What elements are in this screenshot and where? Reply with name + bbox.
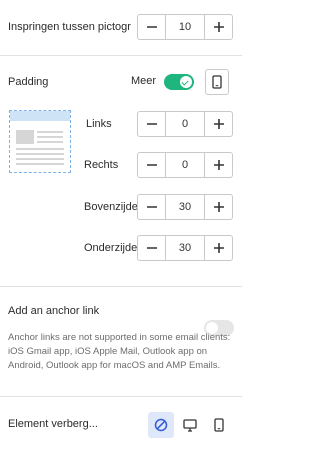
padding-more-toggle[interactable]: [164, 74, 194, 90]
mobile-icon: [214, 418, 224, 432]
indent-stepper[interactable]: 10: [137, 14, 233, 40]
anchor-link-label: Add an anchor link: [8, 305, 100, 317]
padding-left-label: Links: [86, 118, 112, 130]
padding-top-label: Bovenzijde: [84, 201, 138, 213]
mobile-icon: [212, 75, 222, 89]
indent-increase-button[interactable]: [204, 15, 232, 39]
padding-bottom-increase-button[interactable]: [204, 236, 232, 260]
mobile-view-button[interactable]: [205, 69, 229, 95]
plus-icon: [213, 160, 224, 170]
padding-left-increase-button[interactable]: [204, 112, 232, 136]
minus-icon: [146, 206, 157, 208]
padding-left-stepper[interactable]: 0: [137, 111, 233, 137]
padding-more-label: Meer: [131, 75, 157, 87]
padding-bottom-decrease-button[interactable]: [138, 236, 166, 260]
padding-left-value[interactable]: 0: [166, 112, 204, 136]
plus-icon: [213, 202, 224, 212]
padding-top-decrease-button[interactable]: [138, 195, 166, 219]
padding-top-stepper[interactable]: 30: [137, 194, 233, 220]
padding-preview: [9, 110, 71, 173]
padding-left-decrease-button[interactable]: [138, 112, 166, 136]
minus-icon: [146, 26, 157, 28]
padding-right-label: Rechts: [84, 159, 119, 171]
plus-icon: [213, 119, 224, 129]
plus-icon: [213, 243, 224, 253]
anchor-link-note: Anchor links are not supported in some e…: [8, 332, 231, 371]
plus-icon: [213, 22, 224, 32]
minus-icon: [146, 247, 157, 249]
divider: [0, 55, 242, 56]
desktop-icon: [183, 418, 197, 432]
padding-top-value[interactable]: 30: [166, 195, 204, 219]
hide-desktop-button[interactable]: [179, 412, 201, 438]
indent-label: Inspringen tussen pictogr: [8, 21, 131, 33]
minus-icon: [146, 164, 157, 166]
divider: [0, 286, 242, 287]
indent-value[interactable]: 10: [166, 15, 204, 39]
minus-icon: [146, 123, 157, 125]
hide-element-label: Element verberg...: [8, 418, 98, 430]
padding-label: Padding: [8, 76, 49, 88]
padding-right-stepper[interactable]: 0: [137, 152, 233, 178]
padding-right-value[interactable]: 0: [166, 153, 204, 177]
hide-mobile-button[interactable]: [208, 412, 230, 438]
padding-right-increase-button[interactable]: [204, 153, 232, 177]
padding-bottom-stepper[interactable]: 30: [137, 235, 233, 261]
indent-decrease-button[interactable]: [138, 15, 166, 39]
padding-bottom-label: Onderzijde: [84, 242, 138, 254]
padding-top-increase-button[interactable]: [204, 195, 232, 219]
padding-bottom-value[interactable]: 30: [166, 236, 204, 260]
divider: [0, 396, 242, 397]
hide-none-button[interactable]: [148, 412, 174, 438]
no-hide-icon: [154, 418, 168, 432]
check-icon: [180, 76, 192, 88]
padding-right-decrease-button[interactable]: [138, 153, 166, 177]
